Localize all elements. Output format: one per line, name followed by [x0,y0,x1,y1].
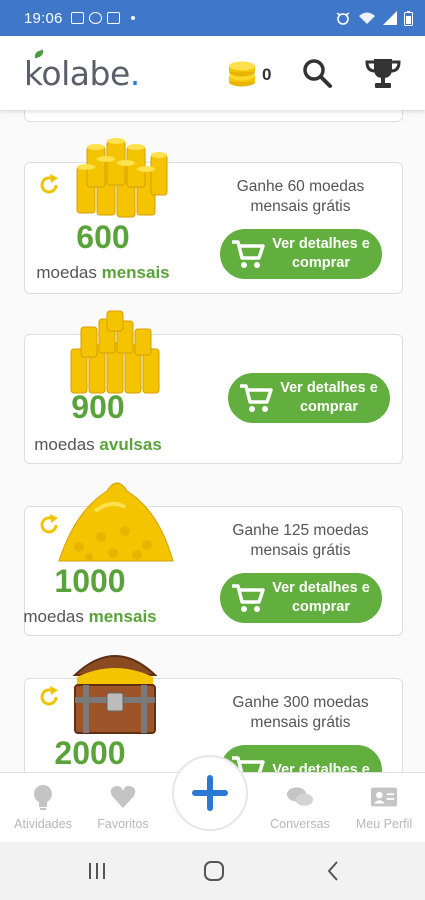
treasure-chest-icon [72,655,158,734]
nav-label: Conversas [270,817,330,831]
buy-button-label: Ver detalhes e comprar [280,380,378,415]
status-bar: 19:06 [0,0,425,36]
trophy-icon[interactable] [364,56,402,90]
more-notifications-dot [130,16,135,20]
offer-card-partial [24,110,403,122]
buy-details-button[interactable]: Ver detalhes e [220,745,382,772]
coin-pile-icon [58,482,174,562]
whatsapp-icon [88,12,102,24]
offer-card: 1000 moedas mensais Ganhe 125 moedas men… [23,482,403,636]
cart-icon [240,384,273,412]
buy-details-button[interactable]: Ver detalhes e comprar [228,373,390,423]
profile-card-icon [370,787,398,807]
app-header: kolabe. 0 [0,36,425,110]
home-icon[interactable] [201,859,227,883]
coins-icon[interactable] [226,58,258,88]
status-time: 19:06 [24,9,63,27]
cart-icon [232,584,265,612]
offer-card: 900 moedas avulsas Ver detalhes e compra… [23,310,403,464]
nav-item-meu-perfil[interactable]: Meu Perfil [344,783,424,831]
search-icon[interactable] [300,56,334,90]
nav-item-atividades[interactable]: Atividades [3,783,83,831]
battery-icon [404,10,413,26]
alarm-icon [336,12,350,25]
coin-type: mensais [88,607,157,626]
recent-apps-icon[interactable] [84,859,110,883]
coin-type-label: moedas mensais [28,263,178,283]
wifi-icon [359,12,375,24]
chat-icon [286,787,314,806]
coin-stacks-icon [76,138,168,218]
coin-type-prefix: moedas [23,607,89,626]
buy-details-button[interactable]: Ver detalhes e comprar [220,573,382,623]
plus-icon [192,775,228,811]
offer-card: 600 moedas mensais Ganhe 60 moedas mensa… [24,138,403,294]
coin-offers-list[interactable]: 600 moedas mensais Ganhe 60 moedas mensa… [0,110,425,772]
nav-item-conversas[interactable]: Conversas [260,783,340,831]
coin-pyramid-icon [70,310,160,394]
buy-button-label: Ver detalhes e [272,761,370,773]
android-navigation-bar [0,842,425,900]
logo-text: kolabe [24,54,130,93]
recurring-icon [40,174,58,194]
coin-amount: 2000 [54,735,126,771]
offer-description: Ganhe 60 moedas mensais grátis [236,178,365,215]
back-icon[interactable] [321,859,347,883]
nav-label: Atividades [14,817,72,831]
coin-amount: 1000 [54,563,126,599]
heart-icon [110,785,136,808]
kolabe-logo[interactable]: kolabe. [24,49,141,93]
nav-label: Favoritos [97,817,149,831]
coin-type-prefix: moedas [34,435,100,454]
create-activity-button[interactable] [172,755,248,831]
gallery-icon [70,12,84,24]
coin-type-label: moedas mensais [15,607,165,627]
offer-description: Ganhe 300 moedas mensais grátis [232,694,369,731]
nav-label: Meu Perfil [355,817,413,831]
nav-item-favoritos[interactable]: Favoritos [83,783,163,831]
lightbulb-icon [34,785,52,810]
buy-button-label: Ver detalhes e comprar [272,580,370,615]
coin-type: avulsas [99,435,162,454]
signal-icon [383,11,397,25]
recurring-icon [40,686,58,706]
coin-type: mensais [101,263,170,282]
cart-icon [232,240,265,268]
buy-details-button[interactable]: Ver detalhes e comprar [220,229,382,279]
buy-button-label: Ver detalhes e comprar [272,236,370,271]
coin-balance: 0 [262,65,272,84]
notification-icons [70,12,135,24]
coin-type-prefix: moedas [36,263,102,282]
coin-amount: 600 [76,219,130,255]
logo-dot: . [129,54,141,93]
system-icons [335,10,413,26]
coin-type-label: moedas avulsas [23,435,173,455]
offer-description: Ganhe 125 moedas mensais grátis [232,522,369,559]
coin-amount: 900 [71,389,125,425]
mail-icon [106,12,120,24]
